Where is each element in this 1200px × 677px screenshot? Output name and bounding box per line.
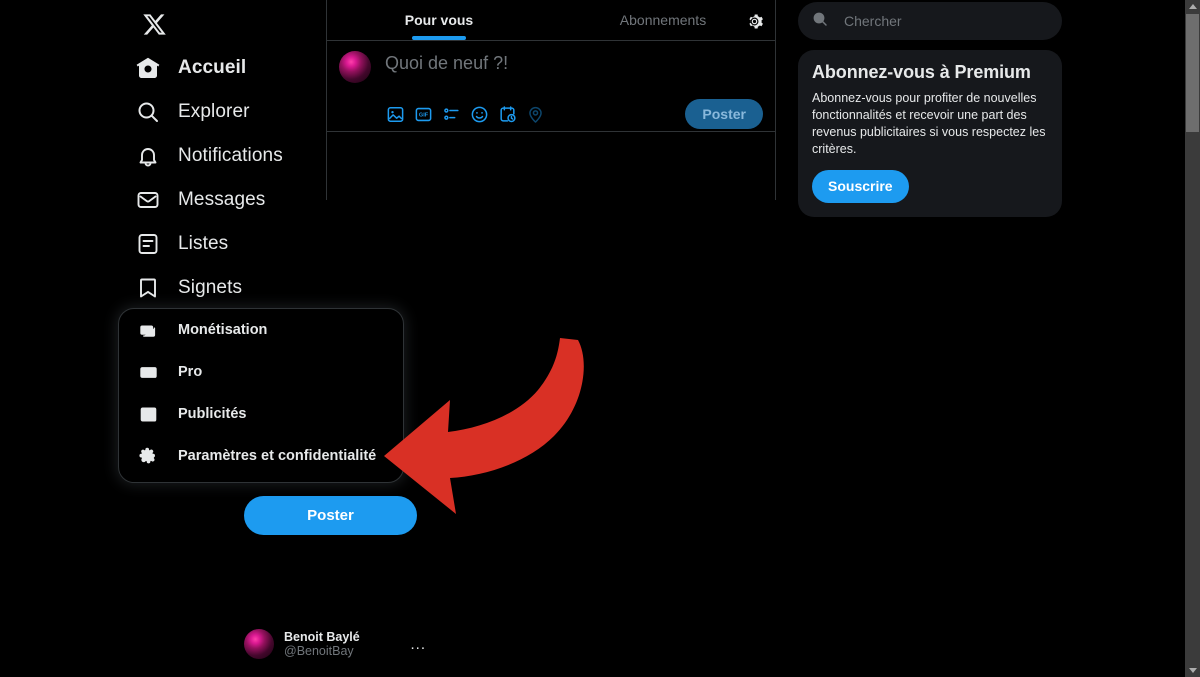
sidebar-item-label: Listes: [178, 233, 229, 254]
gear-icon: [137, 445, 159, 467]
location-icon[interactable]: [525, 104, 546, 125]
menu-item-publicites[interactable]: Publicités: [119, 393, 403, 435]
sidebar-item-label: Signets: [178, 277, 243, 298]
avatar: [244, 629, 274, 659]
columns-icon: [137, 361, 159, 383]
composer: Quoi de neuf ?! GIF Poster: [327, 41, 775, 132]
sidebar-item-explorer[interactable]: Explorer: [124, 90, 324, 134]
x-logo-icon[interactable]: [134, 4, 174, 44]
scrollbar-down-arrow-icon[interactable]: [1185, 664, 1200, 677]
page-scrollbar[interactable]: [1185, 0, 1200, 677]
tab-label: Abonnements: [619, 12, 707, 28]
envelope-icon: [134, 186, 162, 214]
composer-placeholder[interactable]: Quoi de neuf ?!: [385, 53, 508, 74]
menu-item-parametres-confidentialite[interactable]: Paramètres et confidentialité: [119, 435, 403, 477]
composer-toolbar: GIF Poster: [339, 99, 763, 129]
sidebar-item-accueil[interactable]: Accueil: [124, 46, 324, 90]
menu-item-monetisation[interactable]: Monétisation: [119, 309, 403, 351]
premium-body: Abonnez-vous pour profiter de nouvelles …: [812, 91, 1046, 156]
svg-text:GIF: GIF: [419, 112, 429, 118]
timeline-column: Pour vous Abonnements Quoi de neuf ?! GI…: [326, 0, 776, 200]
image-icon[interactable]: [385, 104, 406, 125]
sidebar-item-notifications[interactable]: Notifications: [124, 134, 324, 178]
premium-title: Abonnez-vous à Premium: [812, 62, 1031, 82]
bookmark-icon: [134, 274, 162, 302]
gif-icon[interactable]: GIF: [413, 104, 434, 125]
list-icon: [134, 230, 162, 258]
menu-item-label: Pro: [178, 364, 203, 380]
sidebar-item-label: Messages: [178, 189, 266, 210]
schedule-icon[interactable]: [497, 104, 518, 125]
right-sidebar: Abonnez-vous à Premium Abonnez-vous pour…: [798, 2, 1062, 217]
search-input[interactable]: [844, 13, 1048, 29]
account-handle: @BenoitBay: [284, 644, 354, 658]
tab-label: Pour vous: [404, 12, 474, 28]
tab-active-indicator: [412, 36, 466, 40]
tab-pour-vous[interactable]: Pour vous: [327, 0, 551, 40]
home-icon: [134, 54, 162, 82]
menu-item-pro[interactable]: Pro: [119, 351, 403, 393]
account-switcher[interactable]: Benoit Baylé @BenoitBay ...: [244, 622, 434, 666]
x-web-app: Accueil Explorer Notifications Messages: [0, 0, 1200, 677]
menu-item-label: Paramètres et confidentialité: [178, 448, 377, 464]
composer-post-button[interactable]: Poster: [685, 99, 763, 129]
search-icon: [134, 98, 162, 126]
sidebar-item-signets[interactable]: Signets: [124, 266, 324, 310]
menu-item-label: Publicités: [178, 406, 247, 422]
sidebar-nav-list: Accueil Explorer Notifications Messages: [124, 46, 324, 310]
composer-avatar: [339, 51, 371, 83]
scrollbar-up-arrow-icon[interactable]: [1185, 0, 1200, 13]
composer-top: Quoi de neuf ?!: [339, 49, 763, 83]
premium-card: Abonnez-vous à Premium Abonnez-vous pour…: [798, 50, 1062, 217]
sidebar-item-label: Accueil: [178, 57, 247, 78]
account-display-name: Benoit Baylé: [284, 629, 360, 644]
subscribe-button[interactable]: Souscrire: [812, 169, 909, 203]
timeline-settings-gear-icon[interactable]: [739, 6, 769, 36]
search-box[interactable]: [798, 2, 1062, 40]
more-menu: Monétisation Pro Publicités Paramètres e…: [118, 308, 404, 483]
search-icon: [812, 11, 828, 32]
sidebar-item-label: Explorer: [178, 101, 250, 122]
account-names: Benoit Baylé @BenoitBay: [284, 630, 360, 659]
poll-icon[interactable]: [441, 104, 462, 125]
annotation-arrow-icon: [384, 338, 584, 514]
external-link-icon: [137, 403, 159, 425]
scrollbar-thumb[interactable]: [1186, 14, 1199, 132]
emoji-icon[interactable]: [469, 104, 490, 125]
sidebar-item-label: Notifications: [178, 145, 283, 166]
ellipsis-icon[interactable]: ...: [410, 636, 426, 653]
post-button[interactable]: Poster: [244, 496, 417, 535]
sidebar-item-messages[interactable]: Messages: [124, 178, 324, 222]
money-icon: [137, 319, 159, 341]
timeline-tabs: Pour vous Abonnements: [327, 0, 775, 41]
sidebar-item-listes[interactable]: Listes: [124, 222, 324, 266]
bell-icon: [134, 142, 162, 170]
menu-item-label: Monétisation: [178, 322, 268, 338]
